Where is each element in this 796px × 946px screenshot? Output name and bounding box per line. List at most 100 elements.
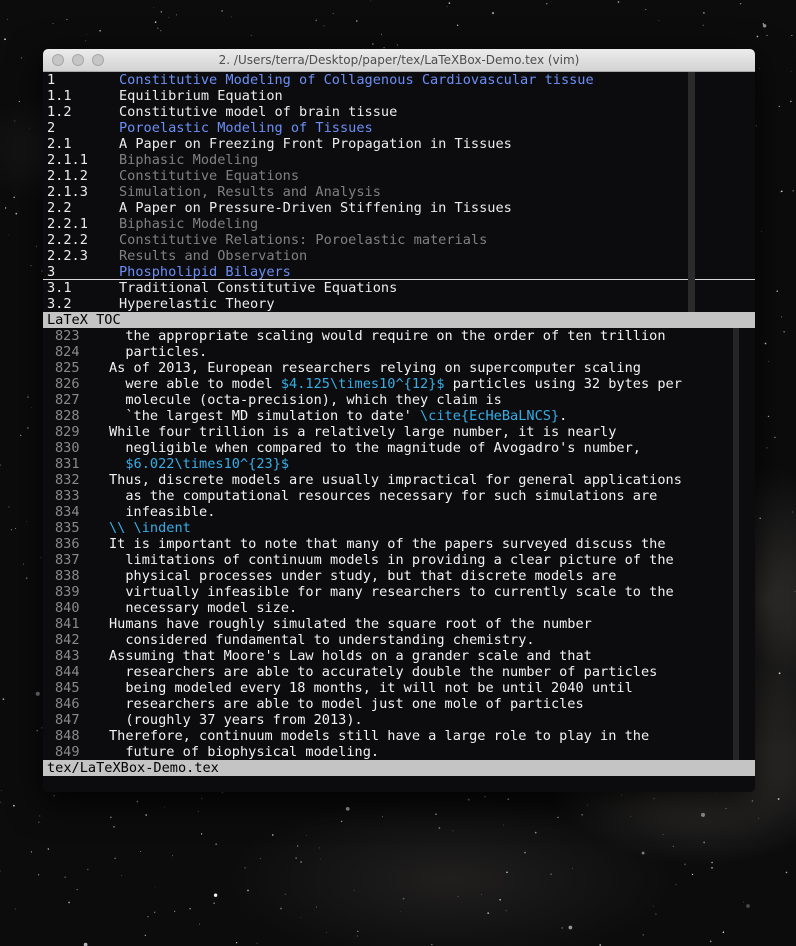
toc-item[interactable]: 1.1 Equilibrium Equation <box>43 88 755 104</box>
toc-item[interactable]: 3 Phospholipid Bilayers <box>43 264 755 280</box>
star <box>764 342 767 345</box>
editor-line[interactable]: 842 considered fundamental to understand… <box>43 632 755 648</box>
editor-line[interactable]: 838 physical processes under study, but … <box>43 568 755 584</box>
line-number: 823 <box>55 328 80 344</box>
toc-item-number: 2.1 <box>47 136 72 152</box>
star <box>785 871 788 874</box>
star <box>703 841 705 844</box>
editor-line[interactable]: 848 Therefore, continuum models still hav… <box>43 728 755 744</box>
toc-pane[interactable]: 1 Constitutive Modeling of Collagenous Ca… <box>43 72 755 312</box>
toc-item[interactable]: 1 Constitutive Modeling of Collagenous Ca… <box>43 72 755 88</box>
editor-line[interactable]: 845 being modeled every 18 months, it wi… <box>43 680 755 696</box>
toc-item[interactable]: 2.2.3 Results and Observation <box>43 248 755 264</box>
line-text: While four trillion is a relatively larg… <box>109 424 616 440</box>
editor-line[interactable]: 825 As of 2013, European researchers rely… <box>43 360 755 376</box>
text-segment: researchers are able to model just one m… <box>109 696 584 712</box>
star <box>85 40 87 42</box>
editor-line[interactable]: 833 as the computational resources neces… <box>43 488 755 504</box>
star <box>221 10 223 12</box>
toc-scrollbar[interactable] <box>688 72 695 312</box>
editor-line[interactable]: 837 limitations of continuum models in p… <box>43 552 755 568</box>
toc-item[interactable]: 3.1 Traditional Constitutive Equations <box>43 280 755 296</box>
star <box>630 816 632 817</box>
star <box>767 415 770 418</box>
star <box>792 511 794 513</box>
editor-line[interactable]: 844 researchers are able to accurately d… <box>43 664 755 680</box>
toc-item-title: Constitutive Relations: Poroelastic mate… <box>119 232 488 248</box>
toc-item-number: 2.1.3 <box>47 184 88 200</box>
star <box>780 316 783 318</box>
toc-item[interactable]: 3.2 Hyperelastic Theory <box>43 296 755 312</box>
editor-line[interactable]: 828 `the largest MD simulation to date' … <box>43 408 755 424</box>
star <box>581 813 583 816</box>
star <box>110 816 112 819</box>
toc-item[interactable]: 2.2.1 Biphasic Modeling <box>43 216 755 232</box>
editor-line[interactable]: 839 virtually infeasible for many resear… <box>43 584 755 600</box>
editor-line[interactable]: 829 While four trillion is a relatively l… <box>43 424 755 440</box>
star <box>507 798 510 801</box>
star <box>20 57 23 59</box>
editor-line[interactable]: 830 negligible when compared to the magn… <box>43 440 755 456</box>
star <box>778 672 781 675</box>
editor-line[interactable]: 843 Assuming that Moore's Law holds on a … <box>43 648 755 664</box>
editor-line[interactable]: 823 the appropriate scaling would requir… <box>43 328 755 344</box>
math-segment: $4.125\times10^{12}$ <box>280 376 445 392</box>
toc-item-title: Constitutive Equations <box>119 168 300 184</box>
star <box>725 808 727 809</box>
star <box>357 930 359 932</box>
star <box>18 100 20 103</box>
toc-item[interactable]: 2.1.3 Simulation, Results and Analysis <box>43 184 755 200</box>
star <box>235 942 238 944</box>
terminal-content[interactable]: 1 Constitutive Modeling of Collagenous Ca… <box>43 72 755 792</box>
editor-line[interactable]: 846 researchers are able to model just o… <box>43 696 755 712</box>
star <box>247 889 249 892</box>
editor-scrollbar[interactable] <box>733 328 739 760</box>
toc-item-number: 1.2 <box>47 104 72 120</box>
toc-item[interactable]: 2.2.2 Constitutive Relations: Poroelastic… <box>43 232 755 248</box>
star <box>456 24 459 26</box>
star <box>561 927 563 929</box>
editor-line[interactable]: 849 future of biophysical modeling. <box>43 744 755 760</box>
editor-line[interactable]: 824 particles. <box>43 344 755 360</box>
editor-line[interactable]: 834 infeasible. <box>43 504 755 520</box>
editor-line[interactable]: 847 (roughly 37 years from 2013). <box>43 712 755 728</box>
toc-item[interactable]: 2.1.2 Constitutive Equations <box>43 168 755 184</box>
star <box>64 876 66 878</box>
editor-line[interactable]: 841 Humans have roughly simulated the squ… <box>43 616 755 632</box>
star <box>755 125 757 127</box>
editor-line[interactable]: 831 $6.022\times10^{23}$ <box>43 456 755 472</box>
star <box>751 800 754 802</box>
star <box>86 34 87 35</box>
star <box>39 815 41 817</box>
editor-line[interactable]: 826 were able to model $4.125\times10^{1… <box>43 376 755 392</box>
star <box>703 12 705 14</box>
toc-item[interactable]: 2.1.1 Biphasic Modeling <box>43 152 755 168</box>
star <box>506 871 508 874</box>
star <box>780 190 783 193</box>
toc-item[interactable]: 2 Poroelastic Modeling of Tissues <box>43 120 755 136</box>
toc-item[interactable]: 2.1 A Paper on Freezing Front Propagation… <box>43 136 755 152</box>
star <box>14 908 16 910</box>
toc-item-number: 1 <box>47 72 56 88</box>
star <box>197 810 199 812</box>
editor-line[interactable]: 827 molecule (octa-precision), which the… <box>43 392 755 408</box>
star <box>250 35 252 36</box>
star <box>154 21 157 23</box>
line-number: 838 <box>55 568 80 584</box>
toc-item-number: 2.2 <box>47 200 72 216</box>
editor-line[interactable]: 836 It is important to note that many of … <box>43 536 755 552</box>
star <box>10 529 13 531</box>
editor-line[interactable]: 840 necessary model size. <box>43 600 755 616</box>
toc-item[interactable]: 2.2 A Paper on Pressure-Driven Stiffening… <box>43 200 755 216</box>
editor-line[interactable]: 832 Thus, discrete models are usually imp… <box>43 472 755 488</box>
star <box>467 798 470 801</box>
star <box>653 798 655 800</box>
editor-pane[interactable]: 823 the appropriate scaling would requir… <box>43 328 755 760</box>
line-number: 836 <box>55 536 80 552</box>
star <box>199 923 200 925</box>
editor-line[interactable]: 835 \\ \indent <box>43 520 755 536</box>
star <box>499 899 501 901</box>
toc-item[interactable]: 1.2 Constitutive model of brain tissue <box>43 104 755 120</box>
title-bar[interactable]: 2. /Users/terra/Desktop/paper/tex/LaTeXB… <box>43 49 755 72</box>
star <box>457 896 459 897</box>
